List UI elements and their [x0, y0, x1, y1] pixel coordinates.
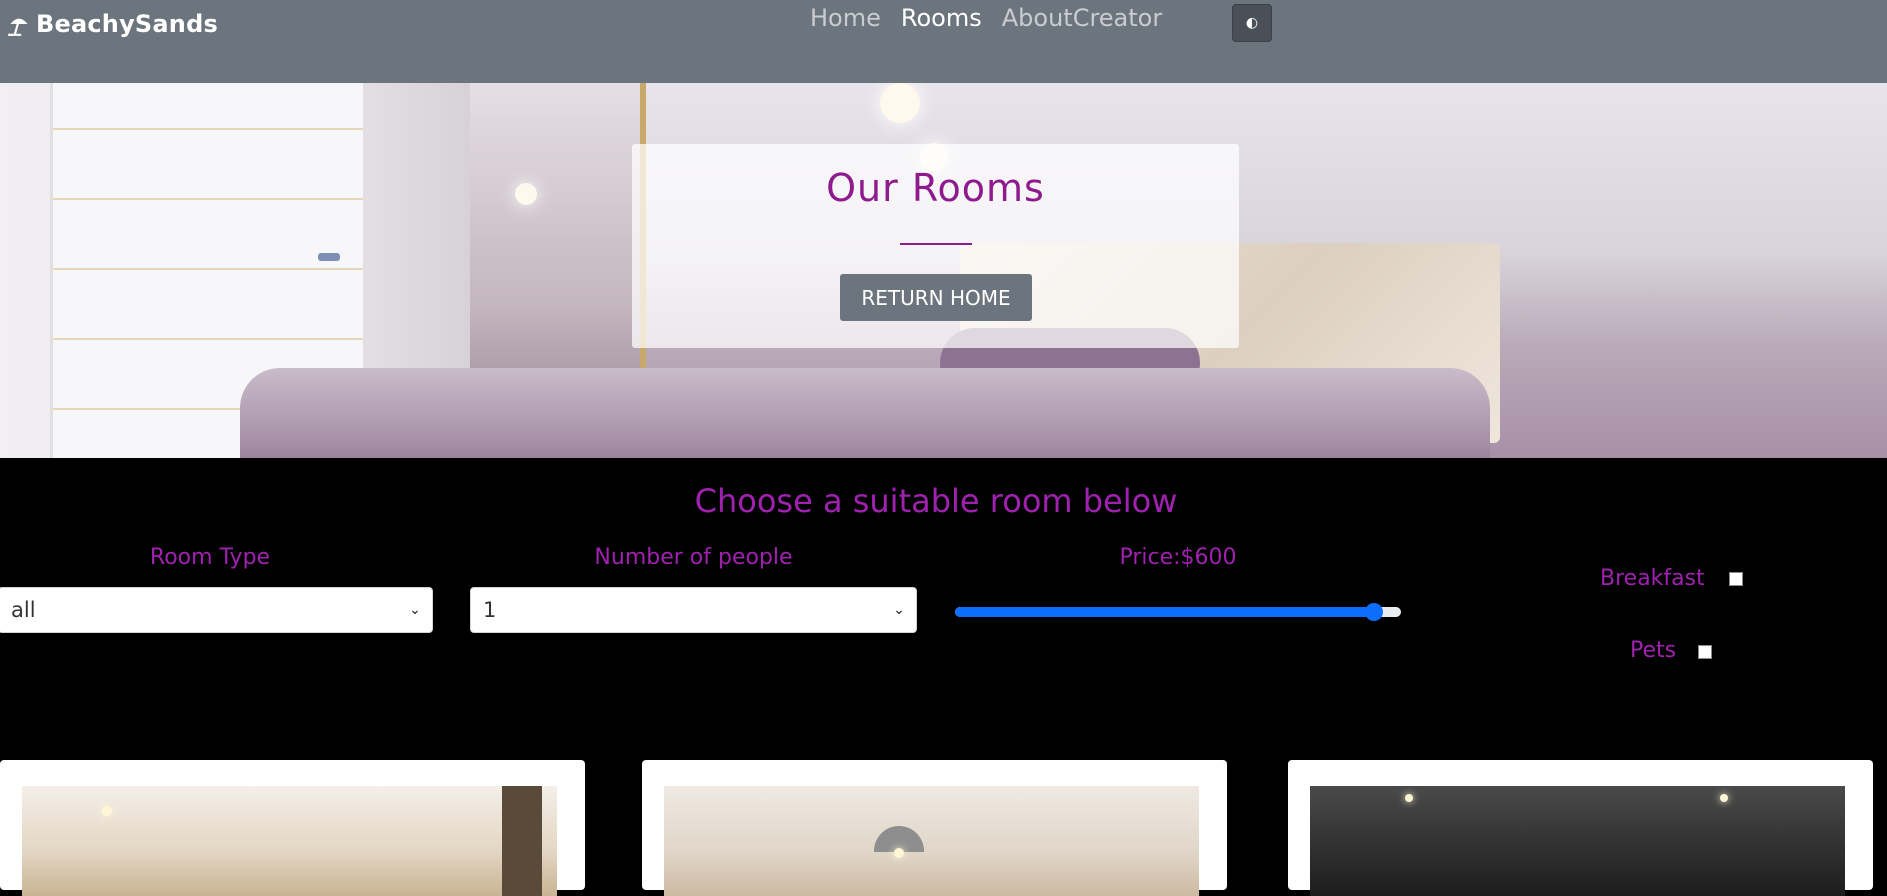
nav-link-rooms[interactable]: Rooms — [901, 4, 982, 32]
pets-label: Pets — [1630, 638, 1677, 663]
pets-checkbox[interactable] — [1698, 645, 1712, 659]
room-photo — [22, 786, 557, 896]
brand-logo[interactable]: BeachySands — [6, 8, 218, 40]
nav-link-about-creator[interactable]: AboutCreator — [1002, 4, 1163, 32]
hero-photo-lamp — [880, 83, 920, 123]
brand-name: BeachySands — [36, 10, 218, 38]
room-type-label: Room Type — [149, 545, 271, 570]
section-title: Choose a suitable room below — [694, 482, 1178, 520]
title-underline — [900, 243, 972, 245]
contrast-icon: ◐ — [1245, 15, 1259, 31]
room-photo — [1310, 786, 1845, 896]
room-type-value: all — [11, 598, 36, 622]
room-photo — [664, 786, 1199, 896]
price-label: Price:$600 — [1119, 545, 1237, 570]
price-slider-thumb[interactable] — [1365, 603, 1384, 621]
hero-photo-lamp — [515, 183, 537, 205]
chevron-down-icon: ⌄ — [409, 602, 421, 618]
room-card[interactable] — [1288, 760, 1873, 896]
hero-card: Our Rooms RETURN HOME — [632, 144, 1239, 348]
price-slider-fill — [955, 607, 1375, 617]
hero-photo-bed — [240, 368, 1490, 458]
people-select[interactable]: 1 ⌄ — [470, 587, 917, 633]
room-card[interactable] — [642, 760, 1227, 896]
price-slider[interactable] — [955, 603, 1401, 621]
nav-link-home[interactable]: Home — [810, 4, 881, 32]
room-card[interactable] — [0, 760, 585, 896]
breakfast-checkbox[interactable] — [1729, 572, 1743, 586]
nav-links: Home Rooms AboutCreator — [810, 4, 1162, 32]
chevron-down-icon: ⌄ — [893, 602, 905, 618]
room-type-select[interactable]: all ⌄ — [0, 587, 433, 633]
people-value: 1 — [483, 598, 497, 622]
beach-umbrella-icon — [8, 18, 28, 36]
navbar: BeachySands Home Rooms AboutCreator ◐ — [0, 0, 1887, 83]
hero-photo-handle — [318, 253, 340, 261]
theme-toggle-button[interactable]: ◐ — [1232, 4, 1272, 42]
people-label: Number of people — [594, 545, 793, 570]
page-title: Our Rooms — [826, 166, 1045, 210]
breakfast-label: Breakfast — [1600, 566, 1705, 591]
return-home-button[interactable]: RETURN HOME — [840, 274, 1032, 321]
